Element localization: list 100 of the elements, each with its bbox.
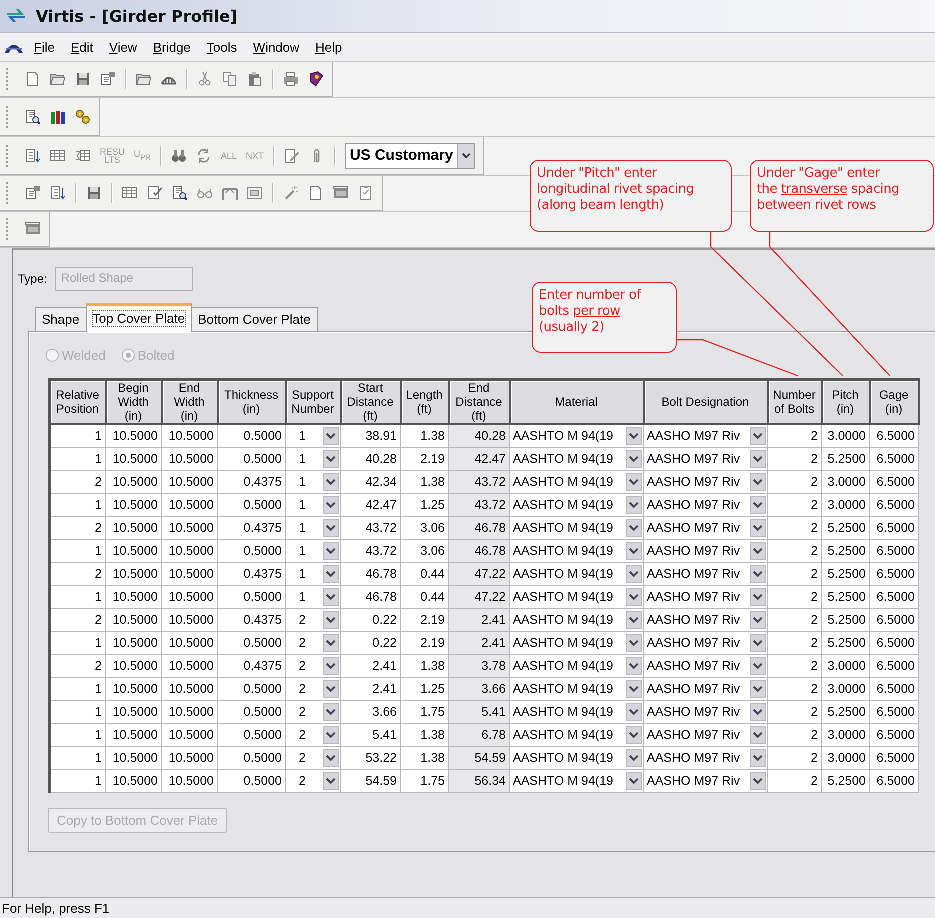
- table-cell[interactable]: 2: [768, 724, 822, 746]
- table-cell[interactable]: 6.5000: [870, 424, 918, 448]
- table-cell[interactable]: 6.5000: [870, 470, 918, 494]
- table-cell[interactable]: 0.5000: [218, 540, 286, 562]
- table-cell[interactable]: 10.5000: [162, 700, 218, 724]
- panel-icon[interactable]: [25, 221, 41, 237]
- table-cell[interactable]: 10.5000: [106, 448, 162, 470]
- table-cell[interactable]: 1.75: [400, 700, 448, 724]
- table-cell[interactable]: 2: [50, 562, 106, 586]
- table-cell[interactable]: 1: [50, 678, 106, 700]
- table-cell[interactable]: 10.5000: [106, 724, 162, 746]
- sum-grid-icon[interactable]: [75, 148, 91, 164]
- table-cell[interactable]: 1: [50, 494, 106, 516]
- table-cell[interactable]: 10.5000: [162, 540, 218, 562]
- table-cell[interactable]: 10.5000: [162, 424, 218, 448]
- menu-item[interactable]: Edit: [64, 36, 100, 58]
- menu-item[interactable]: View: [103, 36, 144, 58]
- table-cell[interactable]: 10.5000: [106, 516, 162, 540]
- table-cell[interactable]: 10.5000: [106, 562, 162, 586]
- table-cell[interactable]: 5.2500: [822, 632, 870, 654]
- table-cell[interactable]: 54.59: [340, 770, 400, 792]
- table-cell[interactable]: 1: [50, 700, 106, 724]
- table-cell[interactable]: 1: [50, 770, 106, 792]
- table-cell[interactable]: 1.38: [400, 654, 448, 678]
- units-select[interactable]: US Customary: [344, 142, 476, 168]
- table-cell[interactable]: 2: [768, 424, 822, 448]
- table-cell[interactable]: 2.19: [400, 632, 448, 654]
- table-cell[interactable]: 5.2500: [822, 516, 870, 540]
- table-cell[interactable]: 0.5000: [218, 700, 286, 724]
- table-cell[interactable]: 10.5000: [162, 746, 218, 770]
- table-cell[interactable]: 6.5000: [870, 654, 918, 678]
- table-cell[interactable]: 0.5000: [218, 448, 286, 470]
- table-cell[interactable]: 6.5000: [870, 632, 918, 654]
- table-cell[interactable]: 10.5000: [162, 448, 218, 470]
- table-cell[interactable]: 0.44: [400, 586, 448, 608]
- table-cell[interactable]: 3.06: [400, 540, 448, 562]
- document-search-icon[interactable]: [172, 185, 188, 201]
- table-cell[interactable]: 1.38: [400, 470, 448, 494]
- table-cell[interactable]: 6.5000: [870, 770, 918, 792]
- tab[interactable]: Top Cover Plate: [86, 303, 192, 332]
- table-cell[interactable]: 2: [768, 746, 822, 770]
- table-cell[interactable]: 10.5000: [162, 494, 218, 516]
- table-cell[interactable]: 0.5000: [218, 586, 286, 608]
- table-cell[interactable]: 6.5000: [870, 700, 918, 724]
- table-cell[interactable]: 46.78: [340, 586, 400, 608]
- table-cell[interactable]: 42.47: [340, 494, 400, 516]
- arrows-icon[interactable]: [196, 148, 212, 164]
- table-cell[interactable]: 10.5000: [162, 654, 218, 678]
- table-cell[interactable]: 0.5000: [218, 424, 286, 448]
- table-cell[interactable]: 3.0000: [822, 470, 870, 494]
- table-cell[interactable]: 2.19: [400, 448, 448, 470]
- table-cell[interactable]: 10.5000: [162, 586, 218, 608]
- table-cell[interactable]: 6.5000: [870, 678, 918, 700]
- table-cell[interactable]: 0.4375: [218, 608, 286, 632]
- table-cell[interactable]: 5.2500: [822, 540, 870, 562]
- table-cell[interactable]: 3.0000: [822, 494, 870, 516]
- table-cell[interactable]: 3.0000: [822, 746, 870, 770]
- table-cell[interactable]: 0.5000: [218, 494, 286, 516]
- menu-item[interactable]: Tools: [200, 36, 244, 58]
- table-cell[interactable]: 5.2500: [822, 700, 870, 724]
- grid-icon[interactable]: [122, 185, 138, 201]
- wand-icon[interactable]: [283, 185, 299, 201]
- new-document-icon[interactable]: [308, 185, 324, 201]
- table-cell[interactable]: 6.5000: [870, 724, 918, 746]
- grid-icon[interactable]: [50, 148, 66, 164]
- table-cell[interactable]: 1: [50, 724, 106, 746]
- table-cell[interactable]: 2: [768, 608, 822, 632]
- table-cell[interactable]: 0.5000: [218, 724, 286, 746]
- table-cell[interactable]: 2: [768, 770, 822, 792]
- copy-icon[interactable]: [222, 71, 238, 87]
- table-cell[interactable]: 5.2500: [822, 562, 870, 586]
- table-cell[interactable]: 1.38: [400, 746, 448, 770]
- table-cell[interactable]: 0.4375: [218, 562, 286, 586]
- table-cell[interactable]: 10.5000: [106, 470, 162, 494]
- table-cell[interactable]: 10.5000: [162, 770, 218, 792]
- table-cell[interactable]: 6.5000: [870, 494, 918, 516]
- table-cell[interactable]: 10.5000: [106, 678, 162, 700]
- sort-list-icon[interactable]: [25, 148, 41, 164]
- table-cell[interactable]: 3.06: [400, 516, 448, 540]
- table-cell[interactable]: 43.72: [340, 516, 400, 540]
- table-cell[interactable]: 10.5000: [162, 724, 218, 746]
- table-cell[interactable]: 1: [50, 586, 106, 608]
- table-cell[interactable]: 1.25: [400, 678, 448, 700]
- table-cell[interactable]: 2: [768, 448, 822, 470]
- check-document-icon[interactable]: [147, 185, 163, 201]
- table-cell[interactable]: 6.5000: [870, 608, 918, 632]
- table-cell[interactable]: 1: [50, 424, 106, 448]
- frame-icon[interactable]: [247, 185, 263, 201]
- table-cell[interactable]: 10.5000: [162, 470, 218, 494]
- table-cell[interactable]: 0.4375: [218, 470, 286, 494]
- table-cell[interactable]: 0.5000: [218, 678, 286, 700]
- table-cell[interactable]: 10.5000: [162, 632, 218, 654]
- new-document-icon[interactable]: [25, 71, 41, 87]
- table-cell[interactable]: 5.2500: [822, 608, 870, 632]
- table-cell[interactable]: 2: [768, 700, 822, 724]
- table-cell[interactable]: 10.5000: [162, 608, 218, 632]
- table-cell[interactable]: 0.5000: [218, 746, 286, 770]
- table-cell[interactable]: 2: [768, 678, 822, 700]
- table-cell[interactable]: 10.5000: [162, 678, 218, 700]
- table-cell[interactable]: 6.5000: [870, 540, 918, 562]
